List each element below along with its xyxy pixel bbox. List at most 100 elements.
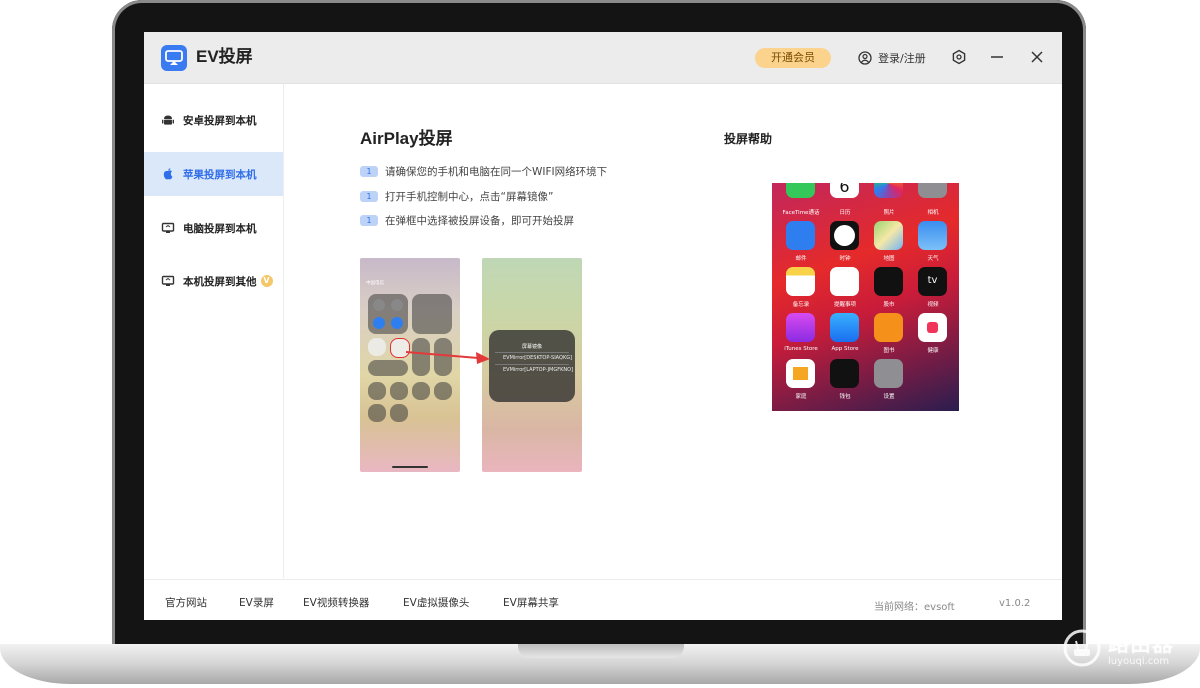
camera-app-icon: [918, 183, 947, 198]
step-item: 1 打开手机控制中心，点击“屏幕镜像”: [360, 188, 553, 204]
footer-link-ev-converter[interactable]: EV视频转换器: [303, 595, 369, 610]
arrow-icon: [406, 351, 490, 364]
photos-icon: [874, 183, 903, 198]
step-text: 在弹框中选择被投屏设备，即可开始投屏: [385, 214, 574, 227]
help-title: 投屏帮助: [724, 132, 773, 146]
camera-icon: [434, 382, 452, 400]
monitor-icon: [161, 275, 175, 286]
app-label: iTunes Store: [784, 346, 818, 352]
maps-icon: [874, 221, 903, 250]
close-icon[interactable]: [1029, 49, 1045, 65]
sidebar-item-label: 本机投屏到其他: [183, 275, 257, 288]
calendar-day: 6: [839, 183, 850, 196]
app-label: 股市: [883, 302, 895, 308]
app-label: 提醒事项: [833, 302, 856, 308]
mirroring-popup: 屏幕镜像 EVMirror[DESKTOP-SIAQKG] EVMirror[L…: [489, 330, 575, 402]
settings-app-icon: [874, 359, 903, 388]
carrier-label: 中国电信: [366, 281, 384, 286]
version-label: v1.0.2: [999, 598, 1031, 609]
iphone-homescreen-image: 6 FaceTime通话 日历 照片 相机 邮件 时钟 地图 天气 tv 备忘录…: [772, 183, 959, 411]
monitor-icon: [161, 222, 175, 233]
sidebar-item-android[interactable]: 安卓投屏到本机: [144, 98, 283, 142]
home-indicator: [392, 466, 428, 468]
settings-icon[interactable]: [951, 49, 967, 65]
app-logo-icon: [161, 45, 187, 71]
app-label: 天气: [927, 256, 939, 262]
page-title: AirPlay投屏: [360, 129, 453, 148]
footer-link-official-site[interactable]: 官方网站: [165, 595, 207, 610]
app-label: App Store: [831, 346, 859, 352]
home-app-icon: [786, 359, 815, 388]
step-text: 请确保您的手机和电脑在同一个WIFI网络环境下: [385, 165, 608, 178]
step-number: 1: [360, 214, 378, 226]
app-window: EV投屏 开通会员 登录/注册 安卓投屏到本机 苹果投屏到本机 电脑投屏到本机 …: [144, 32, 1062, 620]
rotation-lock-icon: [368, 338, 386, 356]
step-number: 1: [360, 165, 378, 177]
divider: [495, 364, 569, 365]
sidebar-item-cast-out[interactable]: 本机投屏到其他 V: [144, 259, 283, 303]
tv-label: tv: [927, 275, 938, 286]
app-label: 日历: [839, 210, 851, 216]
app-label: 时钟: [839, 256, 851, 262]
footer: 官方网站 EV录屏 EV视频转换器 EV虚拟摄像头 EV屏幕共享 当前网络：ev…: [144, 579, 1062, 620]
control-center-screenshot: 中国电信: [360, 258, 460, 472]
clock-icon: [830, 221, 859, 250]
notes-icon: [786, 267, 815, 296]
do-not-disturb-tile: [368, 360, 408, 376]
step-number: 1: [360, 190, 378, 202]
app-label: 图书: [883, 348, 895, 354]
app-label: 备忘录: [792, 302, 810, 308]
record-icon: [390, 404, 408, 422]
timer-icon: [390, 382, 408, 400]
device-option: EVMirror[LAPTOP-JMGFKNO]: [503, 367, 574, 373]
sidebar: 安卓投屏到本机 苹果投屏到本机 电脑投屏到本机 本机投屏到其他 V: [144, 84, 284, 578]
step-item: 1 在弹框中选择被投屏设备，即可开始投屏: [360, 212, 574, 228]
calculator-icon: [412, 382, 430, 400]
wallet-icon: [830, 359, 859, 388]
music-tile: [412, 294, 452, 334]
popup-title: 屏幕镜像: [521, 344, 542, 350]
stocks-icon: [874, 267, 903, 296]
app-label: 视频: [927, 302, 939, 308]
sidebar-item-label: 安卓投屏到本机: [183, 114, 257, 127]
app-label: 钱包: [839, 394, 851, 400]
network-status: 当前网络：evsoft: [874, 602, 955, 613]
login-button[interactable]: 登录/注册: [858, 49, 926, 67]
minimize-icon[interactable]: [989, 49, 1005, 65]
vip-badge: V: [260, 275, 273, 287]
sidebar-item-apple[interactable]: 苹果投屏到本机: [144, 152, 283, 196]
sidebar-item-label: 电脑投屏到本机: [183, 222, 257, 235]
footer-link-ev-recorder[interactable]: EV录屏: [239, 595, 274, 610]
app-title: EV投屏: [196, 47, 253, 66]
laptop-notch: [518, 644, 684, 658]
app-label: 相机: [927, 210, 939, 216]
title-bar: EV投屏 开通会员 登录/注册: [144, 32, 1062, 84]
weather-icon: [918, 221, 947, 250]
health-icon: [918, 313, 947, 342]
device-option: EVMirror[DESKTOP-SIAQKG]: [503, 355, 573, 361]
sidebar-item-pc[interactable]: 电脑投屏到本机: [144, 206, 283, 250]
android-icon: [162, 115, 174, 125]
books-icon: [874, 313, 903, 342]
airplane-icon: [373, 299, 385, 311]
sidebar-item-label: 苹果投屏到本机: [183, 168, 257, 181]
tv-icon: tv: [918, 267, 947, 296]
login-label: 登录/注册: [878, 52, 926, 65]
facetime-icon: [786, 183, 815, 198]
step-item: 1 请确保您的手机和电脑在同一个WIFI网络环境下: [360, 163, 607, 179]
mail-icon: [786, 221, 815, 250]
step-text: 打开手机控制中心，点击“屏幕镜像”: [385, 190, 554, 203]
qr-scan-icon: [368, 404, 386, 422]
vip-button[interactable]: 开通会员: [755, 48, 831, 68]
app-label: 健康: [927, 348, 939, 354]
user-icon: [858, 51, 872, 65]
wifi-icon: [373, 317, 385, 329]
app-label: 家庭: [795, 394, 807, 400]
footer-link-ev-share[interactable]: EV屏幕共享: [503, 595, 559, 610]
app-label: 照片: [883, 210, 895, 216]
itunes-store-icon: [786, 313, 815, 342]
footer-link-ev-camera[interactable]: EV虚拟摄像头: [403, 595, 469, 610]
apple-icon: [163, 168, 173, 180]
calendar-icon: 6: [830, 183, 859, 198]
bluetooth-icon: [391, 317, 403, 329]
